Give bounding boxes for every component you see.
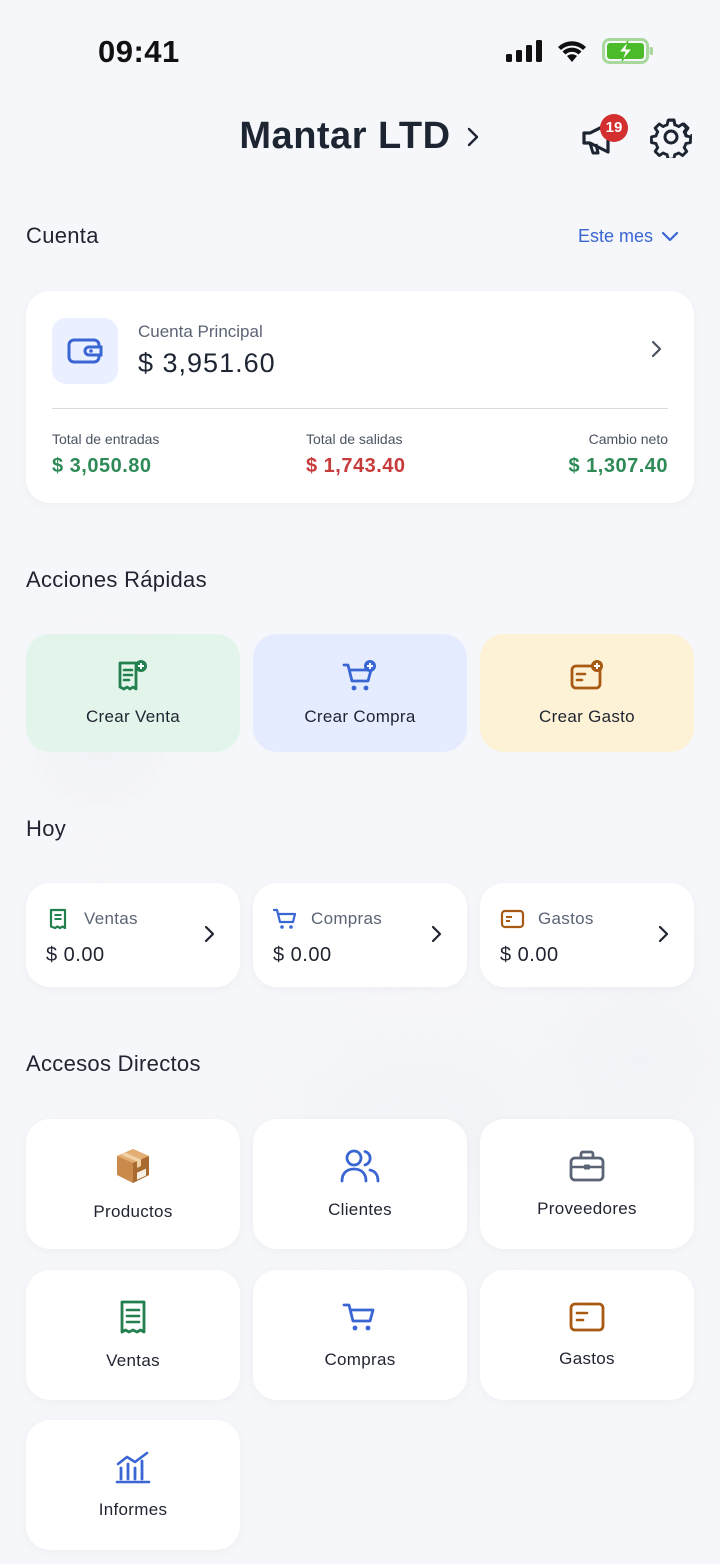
status-time: 09:41 xyxy=(98,34,180,69)
expense-plus-icon xyxy=(570,660,603,690)
create-purchase-label: Crear Compra xyxy=(304,707,416,726)
shortcut-products[interactable]: Productos xyxy=(26,1119,240,1249)
shortcut-clients[interactable]: Clientes xyxy=(253,1119,467,1249)
today-sales-card[interactable]: Ventas $ 0.00 xyxy=(26,883,240,987)
account-section-title: Cuenta xyxy=(26,223,99,248)
briefcase-icon xyxy=(569,1150,605,1182)
today-sales-label: Ventas xyxy=(84,909,138,928)
wallet-icon xyxy=(67,338,103,364)
status-icons xyxy=(506,38,654,64)
today-expenses-card[interactable]: Gastos $ 0.00 xyxy=(480,883,694,987)
shortcut-expenses[interactable]: Gastos xyxy=(480,1270,694,1400)
period-selector[interactable]: Este mes xyxy=(578,226,679,247)
shortcut-purchases[interactable]: Compras xyxy=(253,1270,467,1400)
package-icon xyxy=(117,1149,149,1183)
receipt-plus-icon xyxy=(118,660,147,691)
create-expense-label: Crear Gasto xyxy=(539,707,635,726)
chevron-down-icon xyxy=(661,231,679,241)
expense-icon xyxy=(500,909,525,929)
account-balance: $ 3,951.60 xyxy=(138,348,276,378)
shortcut-expenses-label: Gastos xyxy=(559,1349,615,1368)
signal-icon xyxy=(506,40,542,62)
shortcut-reports-label: Informes xyxy=(98,1500,168,1519)
today-expenses-value: $ 0.00 xyxy=(500,944,559,966)
chevron-right-icon xyxy=(651,340,662,358)
period-label: Este mes xyxy=(578,226,654,246)
today-sales-value: $ 0.00 xyxy=(46,944,105,966)
chevron-right-icon xyxy=(467,127,478,146)
total-in-value: $ 3,050.80 xyxy=(52,455,152,477)
chevron-right-icon xyxy=(204,925,215,943)
cart-icon xyxy=(273,908,297,929)
shortcuts-title: Accesos Directos xyxy=(26,1051,201,1076)
shortcut-suppliers-label: Proveedores xyxy=(537,1199,637,1218)
net-change-label: Cambio neto xyxy=(588,431,668,447)
today-expenses-label: Gastos xyxy=(538,909,594,928)
total-out-value: $ 1,743.40 xyxy=(306,455,406,477)
create-expense-button[interactable]: Crear Gasto xyxy=(480,634,694,752)
wifi-icon xyxy=(558,41,586,62)
expense-icon xyxy=(569,1302,605,1332)
receipt-icon xyxy=(49,908,67,930)
wallet-icon-box xyxy=(52,318,118,384)
total-in-stat: Total de entradas $ 3,050.80 xyxy=(52,431,159,478)
create-sale-label: Crear Venta xyxy=(85,707,181,726)
shortcut-purchases-label: Compras xyxy=(324,1350,396,1369)
shortcut-sales[interactable]: Ventas xyxy=(26,1270,240,1400)
shortcut-products-label: Productos xyxy=(93,1202,173,1221)
account-card[interactable]: Cuenta Principal $ 3,951.60 Total de ent… xyxy=(26,291,694,503)
total-out-stat: Total de salidas $ 1,743.40 xyxy=(306,431,406,478)
notification-badge: 19 xyxy=(600,114,628,142)
cart-plus-icon xyxy=(342,660,376,691)
create-sale-button[interactable]: Crear Venta xyxy=(26,634,240,752)
today-title: Hoy xyxy=(26,816,67,841)
today-purchases-card[interactable]: Compras $ 0.00 xyxy=(253,883,467,987)
chevron-right-icon xyxy=(431,925,442,943)
cart-icon xyxy=(342,1303,375,1331)
net-change-value: $ 1,307.40 xyxy=(568,455,668,477)
today-purchases-label: Compras xyxy=(311,909,383,928)
total-in-label: Total de entradas xyxy=(52,431,160,447)
users-icon xyxy=(340,1149,380,1183)
shortcut-sales-label: Ventas xyxy=(106,1351,160,1370)
today-purchases-value: $ 0.00 xyxy=(273,944,332,966)
account-name: Cuenta Principal xyxy=(138,322,263,341)
company-name: Mantar LTD xyxy=(239,115,451,157)
divider xyxy=(52,408,668,409)
shortcut-clients-label: Clientes xyxy=(328,1200,392,1219)
quick-actions-title: Acciones Rápidas xyxy=(26,567,207,592)
gear-icon xyxy=(650,118,694,161)
battery-charging-icon xyxy=(602,38,653,64)
chart-icon xyxy=(115,1451,151,1484)
shortcut-suppliers[interactable]: Proveedores xyxy=(480,1119,694,1249)
total-out-label: Total de salidas xyxy=(306,431,403,447)
shortcut-reports[interactable]: Informes xyxy=(26,1420,240,1550)
net-change-stat: Cambio neto $ 1,307.40 xyxy=(568,431,668,478)
receipt-icon xyxy=(120,1300,146,1334)
settings-button[interactable] xyxy=(650,116,694,161)
chevron-right-icon xyxy=(658,925,669,943)
create-purchase-button[interactable]: Crear Compra xyxy=(253,634,467,752)
